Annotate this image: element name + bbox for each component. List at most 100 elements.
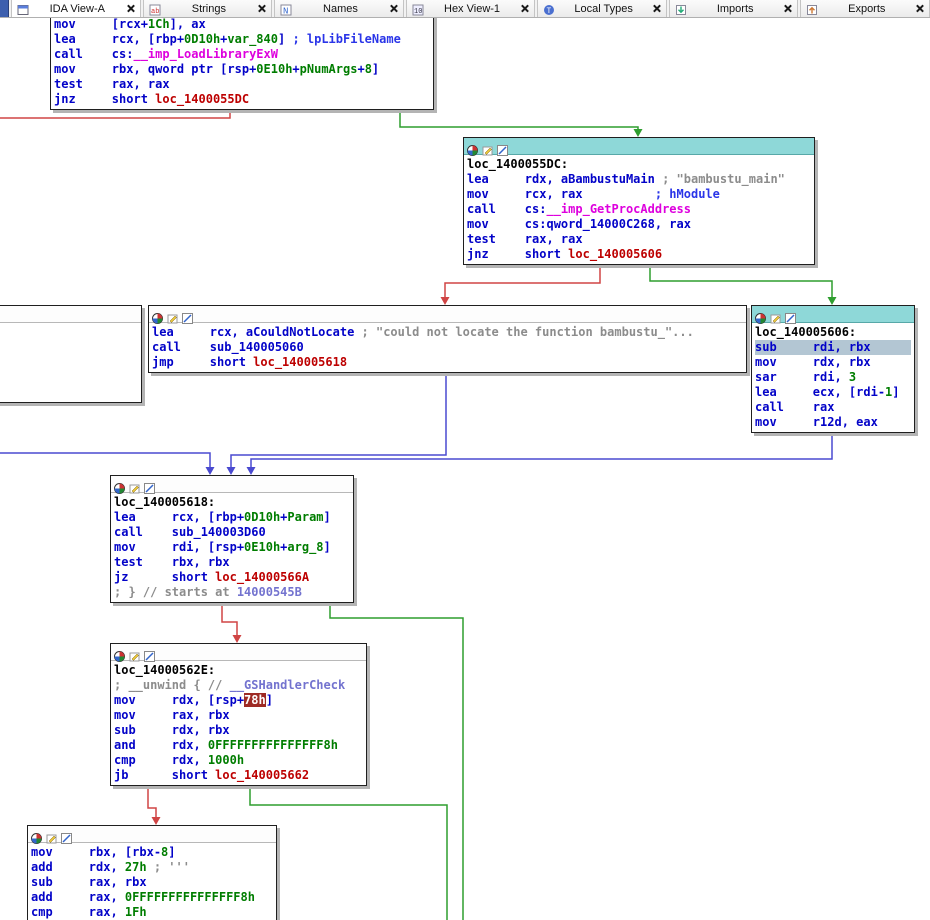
node-color-icon[interactable] xyxy=(114,647,125,658)
node-color-icon[interactable] xyxy=(31,829,42,840)
asm-line[interactable]: sar rdi, 3 xyxy=(755,370,911,385)
tab-names[interactable]: NNames xyxy=(274,0,404,17)
asm-line[interactable]: sub rdx, rbx xyxy=(114,723,363,738)
asm-line[interactable]: test rbx, rbx xyxy=(114,555,350,570)
node-titlebar[interactable] xyxy=(752,306,914,323)
tab-ida-view-a[interactable]: IDA View-A xyxy=(11,0,141,17)
asm-line[interactable] xyxy=(0,370,138,385)
node-color-icon[interactable] xyxy=(114,479,125,490)
asm-line[interactable]: add rdx, 27h ; ''' xyxy=(31,860,273,875)
asm-line[interactable]: loc_140005606: xyxy=(755,325,911,340)
asm-line[interactable]: loc_14000562E: xyxy=(114,663,363,678)
node-color-icon[interactable] xyxy=(755,309,766,320)
asm-line[interactable]: mov cs:qword_14000C268, rax xyxy=(467,217,811,232)
node-titlebar[interactable] xyxy=(28,826,276,843)
edit-node-icon[interactable] xyxy=(129,479,140,490)
collapse-node-icon[interactable] xyxy=(497,141,508,152)
asm-line[interactable]: mov rdx, [rsp+78h] xyxy=(114,693,363,708)
asm-line[interactable]: test rax, rax xyxy=(467,232,811,247)
asm-line[interactable]: jnz short loc_140005606 xyxy=(467,247,811,262)
dock-handle-icon[interactable] xyxy=(0,0,9,17)
collapse-node-icon[interactable] xyxy=(61,829,72,840)
tab-close-icon[interactable] xyxy=(652,4,661,13)
edit-node-icon[interactable] xyxy=(167,309,178,320)
basic-block-left-clipped[interactable]: aded, error=%d"... xyxy=(0,305,142,403)
basic-block-bottom-clipped[interactable]: mov rbx, [rbx-8]add rdx, 27h ; '''sub ra… xyxy=(27,825,277,920)
asm-line[interactable]: test rax, rax xyxy=(54,77,430,92)
node-color-icon[interactable] xyxy=(467,141,478,152)
tab-exports[interactable]: Exports xyxy=(800,0,930,17)
collapse-node-icon[interactable] xyxy=(144,647,155,658)
asm-line[interactable]: lea rcx, [rbp+0D10h+var_840] ; lpLibFile… xyxy=(54,32,430,47)
asm-line[interactable] xyxy=(0,340,138,355)
tab-strings[interactable]: abStrings xyxy=(143,0,273,17)
asm-line[interactable]: mov [rcx+1Ch], ax xyxy=(54,17,430,32)
collapse-node-icon[interactable] xyxy=(785,309,796,320)
edge-arrowhead xyxy=(441,297,450,305)
collapse-node-icon[interactable] xyxy=(144,479,155,490)
asm-line[interactable]: call rax xyxy=(755,400,911,415)
node-titlebar[interactable] xyxy=(111,644,366,661)
asm-line[interactable]: sub rdi, rbx xyxy=(755,340,911,355)
asm-line[interactable] xyxy=(0,385,138,400)
asm-line[interactable]: mov r12d, eax xyxy=(755,415,911,430)
asm-line[interactable]: loc_1400055DC: xyxy=(467,157,811,172)
asm-line[interactable]: mov rbx, [rbx-8] xyxy=(31,845,273,860)
basic-block-loc_140005606[interactable]: loc_140005606:sub rdi, rbxmov rdx, rbxsa… xyxy=(751,305,915,433)
basic-block-could-not-locate[interactable]: lea rcx, aCouldNotLocate ; "could not lo… xyxy=(148,305,747,373)
asm-line[interactable]: cmp rax, 1Fh xyxy=(31,905,273,920)
asm-line[interactable]: ; __unwind { // __GSHandlerCheck xyxy=(114,678,363,693)
edge-arrowhead xyxy=(227,467,236,475)
asm-line[interactable]: lea ecx, [rdi-1] xyxy=(755,385,911,400)
graph-canvas[interactable]: mov [rcx+1Ch], axlea rcx, [rbp+0D10h+var… xyxy=(0,0,930,920)
asm-line[interactable]: sub rax, rbx xyxy=(31,875,273,890)
asm-line[interactable]: ; } // starts at 14000545B xyxy=(114,585,350,600)
asm-line[interactable]: mov rax, rbx xyxy=(114,708,363,723)
asm-line[interactable]: call sub_140003D60 xyxy=(114,525,350,540)
asm-line[interactable]: jnz short loc_1400055DC xyxy=(54,92,430,107)
asm-line[interactable]: jz short loc_14000566A xyxy=(114,570,350,585)
asm-line[interactable]: lea rcx, aCouldNotLocate ; "could not lo… xyxy=(152,325,743,340)
asm-line[interactable]: mov rbx, qword ptr [rsp+0E10h+pNumArgs+8… xyxy=(54,62,430,77)
node-titlebar[interactable] xyxy=(464,138,814,155)
asm-line[interactable]: call sub_140005060 xyxy=(152,340,743,355)
asm-line[interactable] xyxy=(0,325,138,340)
tab-close-icon[interactable] xyxy=(915,4,924,13)
tab-hex-view-1[interactable]: 10Hex View-1 xyxy=(406,0,536,17)
collapse-node-icon[interactable] xyxy=(182,309,193,320)
asm-line[interactable]: lea rdx, aBambustuMain ; "bambustu_main" xyxy=(467,172,811,187)
tab-close-icon[interactable] xyxy=(783,4,792,13)
flow-edge-blue xyxy=(0,453,210,468)
asm-line[interactable]: loc_140005618: xyxy=(114,495,350,510)
tab-close-icon[interactable] xyxy=(257,4,266,13)
tab-local-types[interactable]: TLocal Types xyxy=(537,0,667,17)
asm-line[interactable]: jb short loc_140005662 xyxy=(114,768,363,783)
asm-line[interactable]: add rax, 0FFFFFFFFFFFFFFF8h xyxy=(31,890,273,905)
node-titlebar[interactable] xyxy=(111,476,353,493)
node-titlebar[interactable] xyxy=(0,306,141,323)
asm-line[interactable]: mov rdx, rbx xyxy=(755,355,911,370)
basic-block-loc_1400055DC[interactable]: loc_1400055DC:lea rdx, aBambustuMain ; "… xyxy=(463,137,815,265)
node-color-icon[interactable] xyxy=(152,309,163,320)
edit-node-icon[interactable] xyxy=(129,647,140,658)
tab-close-icon[interactable] xyxy=(126,4,135,13)
edit-node-icon[interactable] xyxy=(482,141,493,152)
asm-line[interactable]: mov rdi, [rsp+0E10h+arg_8] xyxy=(114,540,350,555)
asm-line[interactable]: mov rcx, rax ; hModule xyxy=(467,187,811,202)
asm-line[interactable]: call cs:__imp_GetProcAddress xyxy=(467,202,811,217)
asm-line[interactable]: jmp short loc_140005618 xyxy=(152,355,743,370)
asm-line[interactable]: aded, error=%d"... xyxy=(0,355,138,370)
asm-line[interactable]: lea rcx, [rbp+0D10h+Param] xyxy=(114,510,350,525)
edit-node-icon[interactable] xyxy=(46,829,57,840)
edit-node-icon[interactable] xyxy=(770,309,781,320)
asm-line[interactable]: and rdx, 0FFFFFFFFFFFFFFF8h xyxy=(114,738,363,753)
tab-imports[interactable]: Imports xyxy=(669,0,799,17)
asm-line[interactable]: call cs:__imp_LoadLibraryExW xyxy=(54,47,430,62)
node-titlebar[interactable] xyxy=(149,306,746,323)
basic-block-loc_14000562E[interactable]: loc_14000562E:; __unwind { // __GSHandle… xyxy=(110,643,367,786)
tab-close-icon[interactable] xyxy=(520,4,529,13)
tab-close-icon[interactable] xyxy=(389,4,398,13)
basic-block-entry[interactable]: mov [rcx+1Ch], axlea rcx, [rbp+0D10h+var… xyxy=(50,14,434,110)
asm-line[interactable]: cmp rdx, 1000h xyxy=(114,753,363,768)
basic-block-loc_140005618[interactable]: loc_140005618:lea rcx, [rbp+0D10h+Param]… xyxy=(110,475,354,603)
